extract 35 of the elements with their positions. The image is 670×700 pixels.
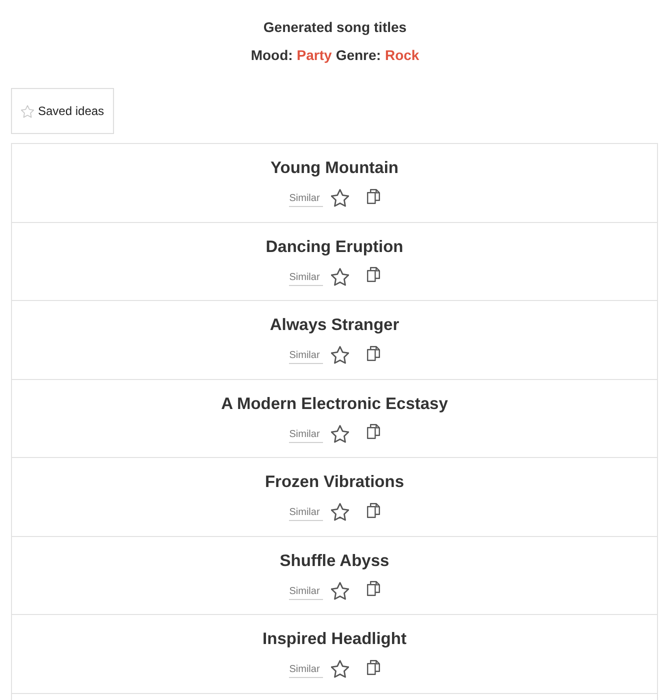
song-title: Shuffle Abyss <box>280 550 390 570</box>
star-icon[interactable] <box>330 268 349 286</box>
song-title: Dancing Eruption <box>266 236 404 256</box>
song-title: Frozen Vibrations <box>264 472 404 492</box>
similar-link[interactable]: Similar <box>289 507 323 521</box>
similar-link[interactable]: Similar <box>289 664 323 678</box>
star-icon[interactable] <box>330 189 349 207</box>
saved-ideas-button[interactable]: Saved ideas <box>11 88 114 134</box>
copy-icon[interactable] <box>366 660 380 674</box>
similar-link[interactable]: Similar <box>289 272 323 286</box>
song-title: Always Stranger <box>270 315 400 335</box>
copy-icon[interactable] <box>366 267 380 282</box>
song-title: Inspired Headlight <box>262 629 406 649</box>
copy-icon[interactable] <box>366 424 380 439</box>
star-icon[interactable] <box>330 346 349 364</box>
filter-value: Rock <box>384 46 420 65</box>
similar-link[interactable]: Similar <box>289 586 323 600</box>
similar-link[interactable]: Similar <box>289 350 323 364</box>
filter-label: Mood: <box>250 46 293 65</box>
star-icon[interactable] <box>330 582 349 600</box>
star-icon[interactable] <box>330 424 349 442</box>
similar-link[interactable]: Similar <box>289 428 323 442</box>
star-icon <box>21 104 34 118</box>
copy-icon[interactable] <box>366 188 380 204</box>
page-title: Generated song titles <box>263 18 407 37</box>
copy-icon[interactable] <box>366 581 380 596</box>
similar-link[interactable]: Similar <box>289 193 323 207</box>
filter-label: Genre: <box>336 46 381 65</box>
song-title: A Modern Electronic Ecstasy <box>221 394 448 414</box>
filter-value: Party <box>296 46 332 65</box>
star-icon[interactable] <box>330 503 349 521</box>
copy-icon[interactable] <box>366 502 380 518</box>
song-title: Young Mountain <box>270 158 398 178</box>
star-icon[interactable] <box>330 660 349 678</box>
copy-icon[interactable] <box>366 346 380 360</box>
